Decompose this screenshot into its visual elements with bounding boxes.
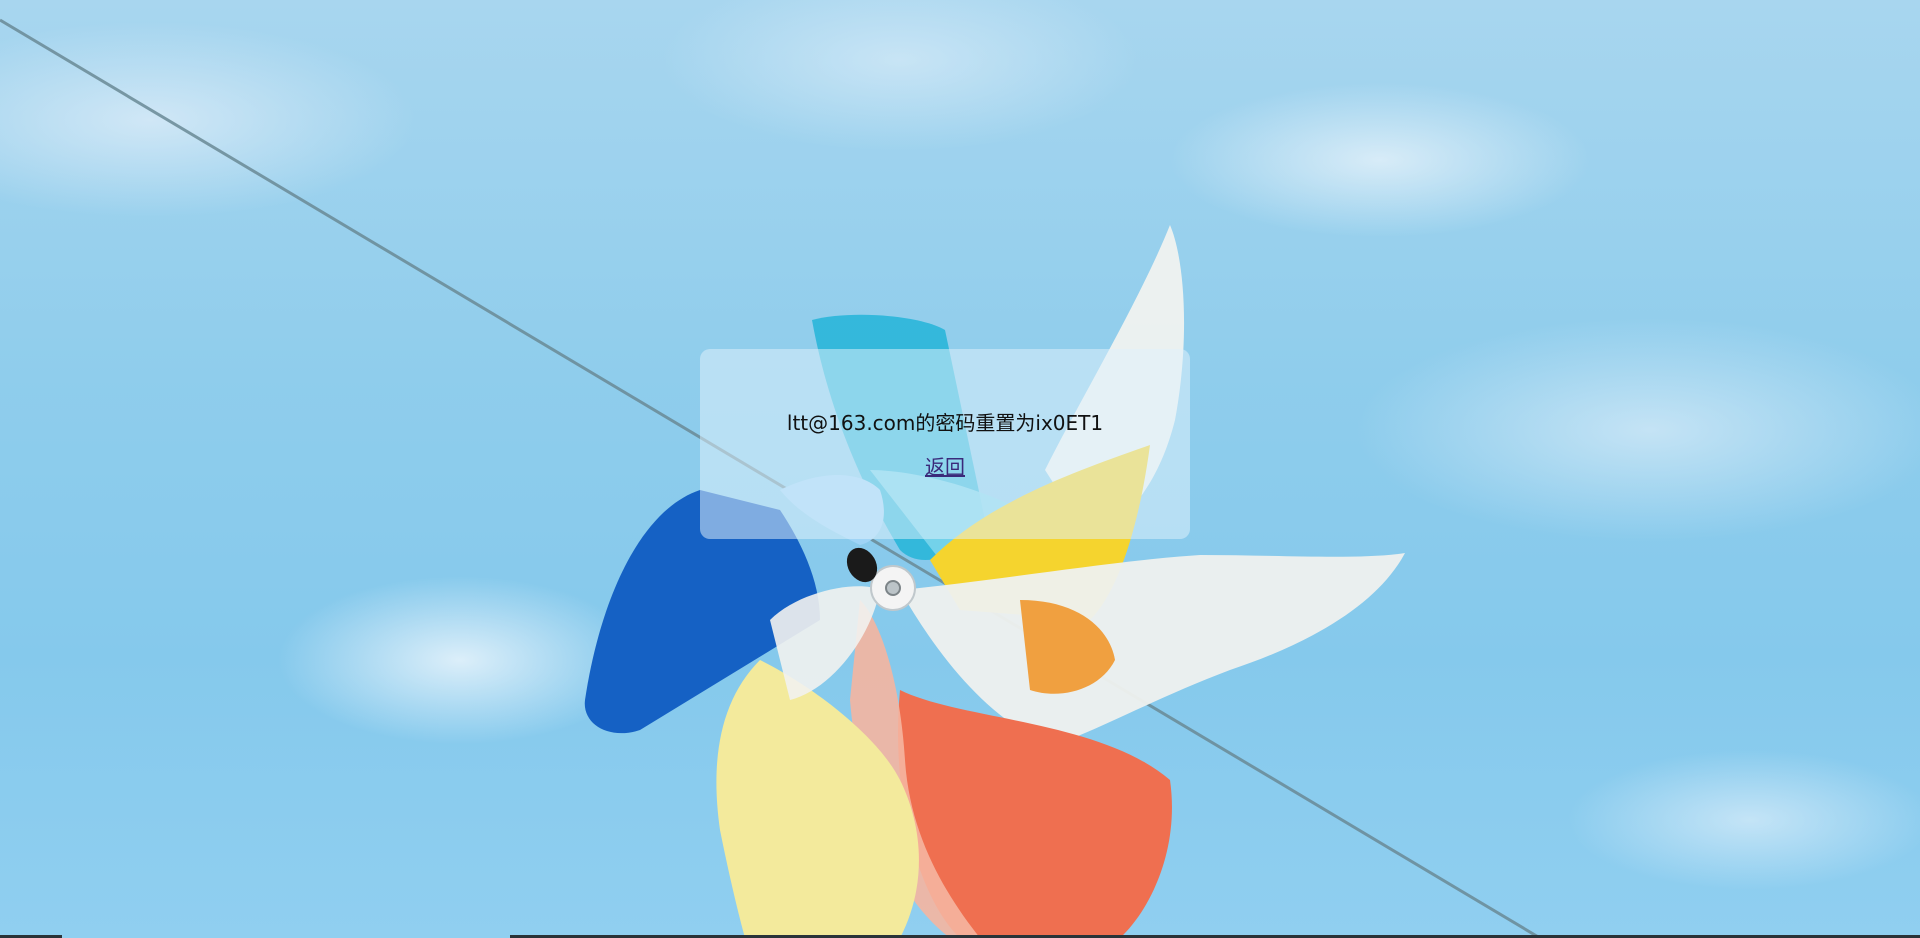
back-link[interactable]: 返回: [925, 455, 965, 479]
hub-inner: [885, 580, 901, 596]
reset-message: ltt@163.com的密码重置为ix0ET1: [786, 411, 1104, 435]
back-link-container: 返回: [700, 451, 1190, 480]
reset-result-card: ltt@163.com的密码重置为ix0ET1 返回: [700, 349, 1190, 539]
